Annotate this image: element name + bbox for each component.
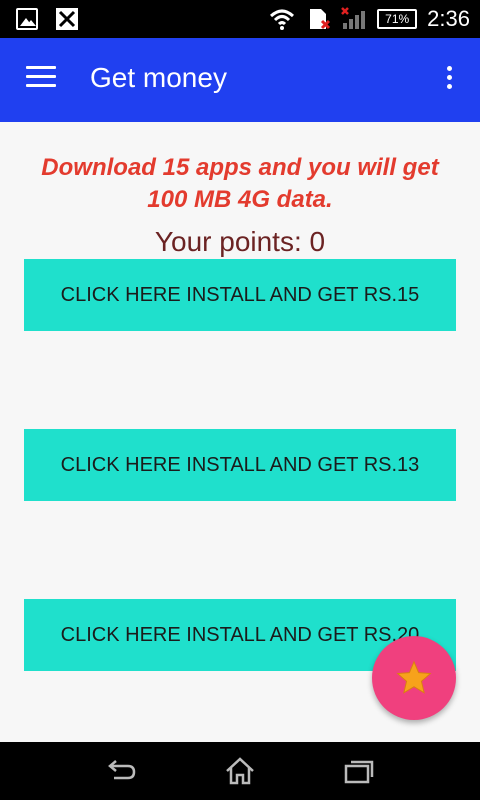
status-clock: 2:36 bbox=[427, 6, 470, 31]
favorite-fab-button[interactable] bbox=[372, 636, 456, 720]
signal-strength-icon bbox=[341, 7, 366, 29]
main-content: Download 15 apps and you will get 100 MB… bbox=[0, 122, 480, 742]
sim-card-icon bbox=[310, 9, 331, 30]
system-nav-bar bbox=[0, 742, 480, 800]
recent-apps-icon[interactable] bbox=[342, 756, 376, 786]
offer-button-1[interactable]: CLICK HERE INSTALL AND GET RS.15 bbox=[24, 259, 456, 331]
promo-text: Download 15 apps and you will get 100 MB… bbox=[41, 154, 439, 213]
x-notification-icon bbox=[56, 8, 78, 30]
status-bar: 71% 2:36 bbox=[0, 0, 480, 38]
app-bar: Get money bbox=[0, 38, 480, 122]
app-title: Get money bbox=[90, 62, 227, 93]
home-icon[interactable] bbox=[223, 756, 257, 786]
back-icon[interactable] bbox=[104, 756, 138, 786]
more-vert-icon[interactable] bbox=[444, 66, 454, 96]
battery-indicator: 71% bbox=[377, 9, 418, 29]
points-counter: Your points: 0 bbox=[154, 226, 326, 257]
offer-button-2[interactable]: CLICK HERE INSTALL AND GET RS.13 bbox=[24, 429, 456, 501]
hamburger-menu-icon[interactable] bbox=[26, 66, 56, 92]
wifi-icon bbox=[270, 9, 295, 30]
image-notification-icon bbox=[16, 8, 38, 30]
star-icon bbox=[396, 660, 432, 694]
